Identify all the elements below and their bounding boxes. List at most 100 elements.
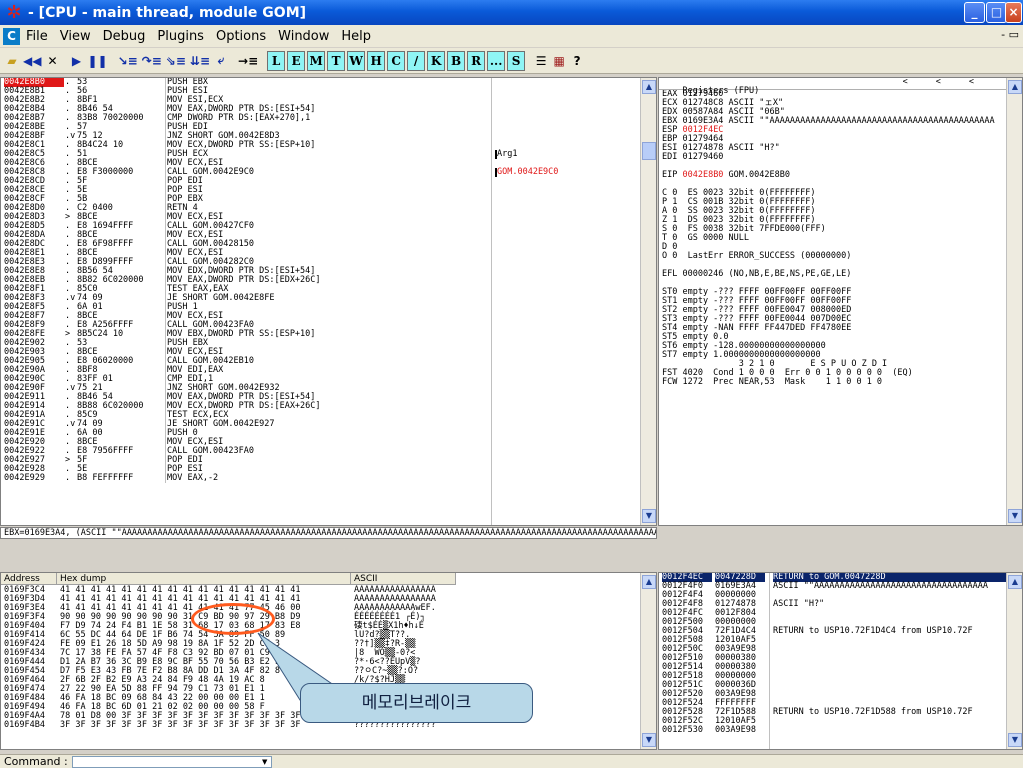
scroll-down-icon[interactable]: ▼ xyxy=(642,509,656,523)
patches-window-button[interactable]: / xyxy=(407,50,426,71)
command-bar: Command : ▼ xyxy=(0,754,1023,768)
dump-address-header[interactable]: Address xyxy=(1,573,57,585)
stack-comment xyxy=(773,636,1007,645)
scroll-up-icon[interactable]: ▲ xyxy=(1008,575,1022,589)
log-window-button[interactable]: L xyxy=(267,50,286,71)
run-trace-button[interactable]: ... xyxy=(487,50,506,71)
trace-over-icon[interactable]: ⇊≡ xyxy=(189,51,211,71)
threads-window-button[interactable]: T xyxy=(327,50,346,71)
stack-scrollbar[interactable]: ▲ ▼ xyxy=(1006,573,1022,749)
registers-header[interactable]: Registers (FPU) <<< xyxy=(659,78,1022,96)
register-line: EIP 0042E8B0 GOM.0042E8B0 xyxy=(662,170,790,180)
references-button[interactable]: R xyxy=(467,50,486,71)
help-icon[interactable]: ? xyxy=(569,51,585,71)
disasm-comment xyxy=(495,474,641,483)
list-icon[interactable]: ☰ xyxy=(533,51,549,71)
modules-window-button[interactable]: E xyxy=(287,50,306,71)
mdi-child-controls[interactable]: - ▭ xyxy=(1001,28,1019,41)
disasm-comment xyxy=(495,114,641,123)
registers-scrollbar[interactable]: ▲ ▼ xyxy=(1006,78,1022,525)
dump-hex-header[interactable]: Hex dump xyxy=(57,573,351,585)
menu-help[interactable]: Help xyxy=(341,29,371,44)
breakpoints-button[interactable]: B xyxy=(447,50,466,71)
disasm-hex: 5F xyxy=(77,455,88,465)
app-bug-icon: ✲ xyxy=(6,1,22,23)
disasm-hex: 83B8 70020000 xyxy=(77,113,144,123)
registers-nav-arrows[interactable]: <<< xyxy=(903,78,1002,87)
stack-comment: RETURN to USP10.72F1D588 from USP10.72F xyxy=(773,707,973,717)
scroll-up-icon[interactable]: ▲ xyxy=(1008,80,1022,94)
stack-comment xyxy=(773,654,1007,663)
disasm-comment xyxy=(495,357,641,366)
stack-comment xyxy=(773,672,1007,681)
disasm-comment xyxy=(495,258,641,267)
scroll-down-icon[interactable]: ▼ xyxy=(1008,509,1022,523)
close-icon[interactable]: ✕ xyxy=(44,51,60,71)
registers-pane[interactable]: Registers (FPU) <<< EAX 01279460 ECX 0127… xyxy=(658,77,1023,526)
disasm-comment xyxy=(495,87,641,96)
execute-till-return-icon[interactable]: ⤶ xyxy=(213,51,229,71)
info-line: EBX=0169E3A4, (ASCII ""AAAAAAAAAAAAAAAAA… xyxy=(0,527,657,539)
step-over-icon[interactable]: ↷≡ xyxy=(141,51,163,71)
memory-window-button[interactable]: M xyxy=(307,50,326,71)
close-button[interactable]: × xyxy=(1005,2,1022,23)
disasm-scrollbar[interactable]: ▲ ▼ xyxy=(640,78,656,525)
disasm-comment xyxy=(495,465,641,474)
disasm-instruction: POP EDI xyxy=(167,455,203,465)
disasm-jump-marks: ...... .v........ >........ .v... >..... .v..… xyxy=(65,78,75,483)
disasm-comment xyxy=(495,285,641,294)
scroll-thumb[interactable] xyxy=(642,142,656,160)
trace-into-icon[interactable]: ⇘≡ xyxy=(165,51,187,71)
disasm-comment: Arg1 xyxy=(495,150,641,159)
scroll-up-icon[interactable]: ▲ xyxy=(642,80,656,94)
menu-window[interactable]: Window xyxy=(278,29,329,44)
dump-scrollbar[interactable]: ▲ ▼ xyxy=(640,573,656,749)
disasm-instruction: MOV EBX,DWORD PTR SS:[ESP+10] xyxy=(167,329,316,339)
register-line: EFL 00000246 (NO,NB,E,BE,NS,PE,GE,LE) xyxy=(662,269,852,279)
disasm-comment xyxy=(495,132,641,141)
disasm-comment xyxy=(495,348,641,357)
disasm-instruction: PUSH EBX xyxy=(167,77,208,87)
open-icon[interactable]: ▰ xyxy=(4,51,20,71)
menu-debug[interactable]: Debug xyxy=(103,29,146,44)
scroll-up-icon[interactable]: ▲ xyxy=(642,575,656,589)
disasm-hex: 8B4C24 10 xyxy=(77,140,124,150)
disasm-comment xyxy=(495,96,641,105)
scroll-down-icon[interactable]: ▼ xyxy=(1008,733,1022,747)
menu-file[interactable]: File xyxy=(26,29,48,44)
disasm-jump-mark: . xyxy=(65,473,71,483)
goto-icon[interactable]: →≡ xyxy=(237,51,259,71)
disasm-comment xyxy=(495,249,641,258)
handles-window-button[interactable]: H xyxy=(367,50,386,71)
dump-ascii-header[interactable]: ASCII xyxy=(351,573,456,585)
minimize-button[interactable]: _ xyxy=(964,2,985,23)
menu-view[interactable]: View xyxy=(60,29,91,44)
scroll-down-icon[interactable]: ▼ xyxy=(642,733,656,747)
disasm-instruction: CMP DWORD PTR DS:[EAX+270],1 xyxy=(167,113,311,123)
disasm-hex: E8 F3000000 xyxy=(77,167,134,177)
windows-window-button[interactable]: W xyxy=(347,50,366,71)
source-button[interactable]: S xyxy=(507,50,526,71)
chevron-down-icon[interactable]: ▼ xyxy=(259,757,271,767)
menu-plugins[interactable]: Plugins xyxy=(157,29,204,44)
grid-icon[interactable]: ▦ xyxy=(551,51,567,71)
command-input[interactable]: ▼ xyxy=(71,755,272,768)
disassembly-pane[interactable]: 0042E8B0 0042E8B1 0042E8B2 0042E8B4 0042E8B7… xyxy=(0,77,657,526)
disasm-comment xyxy=(495,78,641,87)
cpu-window-button[interactable]: C xyxy=(387,50,406,71)
restart-icon[interactable]: ◀◀ xyxy=(22,51,42,71)
run-icon[interactable]: ▶ xyxy=(68,51,84,71)
pause-icon[interactable]: ❚❚ xyxy=(86,51,108,71)
stack-comment: ASCII ""AAAAAAAAAAAAAAAAAAAAAAAAAAAAAAAA… xyxy=(773,581,988,591)
maximize-button[interactable]: □ xyxy=(986,2,1007,23)
disasm-comment xyxy=(495,186,641,195)
stack-comment xyxy=(773,717,1007,726)
call-stack-button[interactable]: K xyxy=(427,50,446,71)
memory-dump-pane[interactable]: Address Hex dump ASCII 0169F3C4 0169F3D4 0… xyxy=(0,572,657,750)
stack-pane[interactable]: 0012F4EC 0012F4F0 0012F4F4 0012F4F8 0012F4FC… xyxy=(658,572,1023,750)
step-into-icon[interactable]: ↘≡ xyxy=(117,51,139,71)
disasm-comment xyxy=(495,321,641,330)
disasm-hex: 8B5C24 10 xyxy=(77,329,124,339)
menu-options[interactable]: Options xyxy=(216,29,266,44)
disasm-comment xyxy=(495,420,641,429)
